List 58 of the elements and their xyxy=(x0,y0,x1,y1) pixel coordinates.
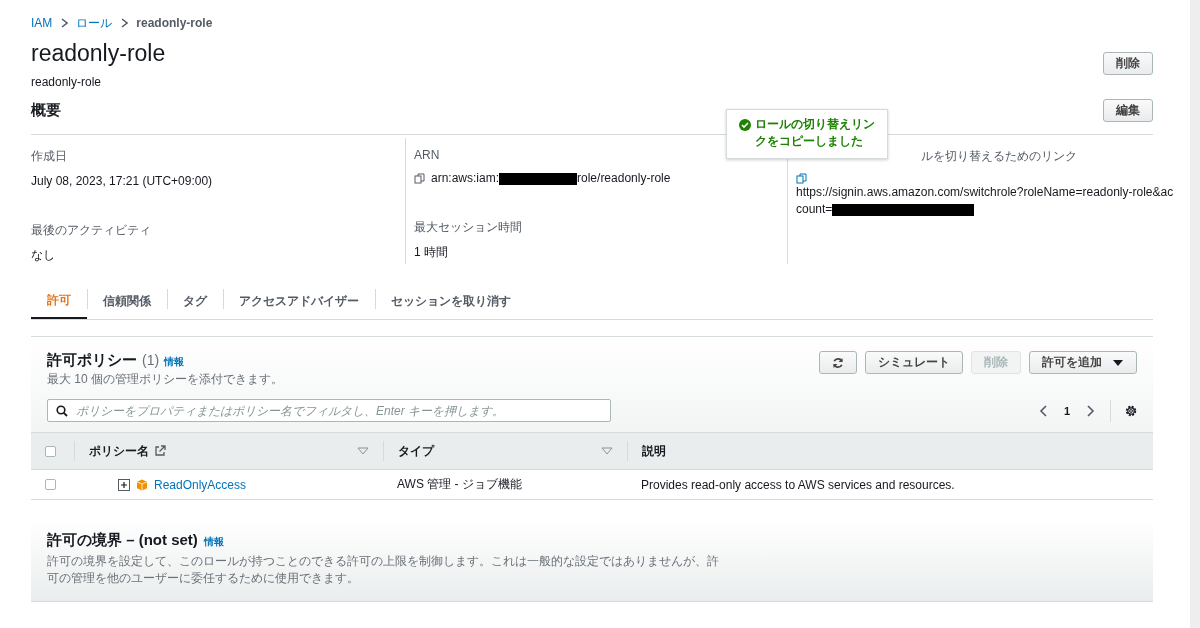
copy-icon[interactable] xyxy=(414,173,425,184)
chevron-left-icon[interactable] xyxy=(1037,404,1050,417)
column-header[interactable]: 説明 xyxy=(642,442,666,460)
delete-button[interactable]: 削除 xyxy=(1103,52,1153,75)
field-label: 最大セッション時間 xyxy=(414,219,523,236)
page-title: readonly-role xyxy=(31,40,166,67)
external-link-icon[interactable] xyxy=(154,445,166,457)
panel-description: 最大 10 個の管理ポリシーを添付できます。 xyxy=(47,371,283,388)
panel-description: 許可の境界を設定して、このロールが持つことのできる許可の上限を制御します。これは一般的な設定ではありませんが、許可の管理を他のユーザーに委任するために使用できます。 xyxy=(47,553,720,587)
expand-icon[interactable] xyxy=(118,478,130,491)
column-header[interactable]: ポリシー名 xyxy=(89,442,149,460)
chevron-right-icon xyxy=(120,18,129,28)
field-label: ARN xyxy=(414,148,441,162)
search-icon xyxy=(56,405,68,417)
info-link[interactable]: 情報 xyxy=(203,535,224,549)
breadcrumb-link[interactable]: IAM xyxy=(31,16,53,30)
field-value: https://signin.aws.amazon.com/switchrole?roleName=readonly-role&ac xyxy=(796,184,1174,201)
chevron-right-icon xyxy=(60,18,69,28)
tab[interactable]: セッションを取り消す xyxy=(375,284,527,319)
row-checkbox[interactable] xyxy=(45,479,56,490)
select-all-checkbox[interactable] xyxy=(45,445,56,457)
field-value: July 08, 2023, 17:21 (UTC+09:00) xyxy=(31,173,213,190)
field-value: count= xyxy=(796,201,833,218)
panel-title: 許可の境界 – (not set) xyxy=(47,531,198,550)
chevron-right-icon[interactable] xyxy=(1084,404,1096,417)
breadcrumb-link[interactable]: ロール xyxy=(76,14,113,32)
tab[interactable]: 信頼関係 xyxy=(87,284,167,319)
dropdown-button[interactable]: 許可を追加 xyxy=(1029,351,1137,374)
policy-count: (1) xyxy=(142,352,160,368)
field-label: 作成日 xyxy=(31,148,68,165)
tab[interactable]: タグ xyxy=(167,284,223,319)
refresh-button[interactable] xyxy=(819,351,857,374)
cube-icon xyxy=(136,478,148,491)
panel-title: 許可ポリシー xyxy=(47,351,137,370)
policy-link[interactable]: ReadOnlyAccess xyxy=(154,477,247,492)
check-circle-icon xyxy=(739,119,751,131)
edit-button[interactable]: 編集 xyxy=(1103,99,1153,122)
field-label: ルを切り替えるためのリンク xyxy=(920,148,1078,165)
action-button[interactable]: シミュレート xyxy=(865,351,963,374)
field-value: 1 時間 xyxy=(414,244,448,261)
section-heading: 概要 xyxy=(31,101,61,120)
column-header[interactable]: タイプ xyxy=(398,442,434,460)
page-subtitle: readonly-role xyxy=(31,75,103,89)
page-number[interactable]: 1 xyxy=(1063,404,1070,417)
copy-icon[interactable] xyxy=(796,173,807,184)
field-value: なし xyxy=(31,247,55,264)
tab[interactable]: アクセスアドバイザー xyxy=(223,284,375,319)
field-label: 最後のアクティビティ xyxy=(31,222,152,239)
table-cell-text: Provides read-only access to AWS services and resources. xyxy=(640,477,956,492)
info-link[interactable]: 情報 xyxy=(164,355,185,369)
refresh-icon xyxy=(832,356,844,369)
table-cell-text: AWS 管理 - ジョブ機能 xyxy=(396,476,523,493)
search-field[interactable]: ポリシーをプロパティまたはポリシー名でフィルタし、Enter キーを押します。 xyxy=(47,399,611,422)
breadcrumb-current: readonly-role xyxy=(136,16,213,30)
settings-icon[interactable] xyxy=(1125,404,1137,417)
field-value: role/readonly-role xyxy=(577,170,671,187)
field-value: arn:aws:iam: xyxy=(431,170,500,187)
tooltip-text: ロールの切り替えリンクをコピーしました xyxy=(755,116,876,150)
